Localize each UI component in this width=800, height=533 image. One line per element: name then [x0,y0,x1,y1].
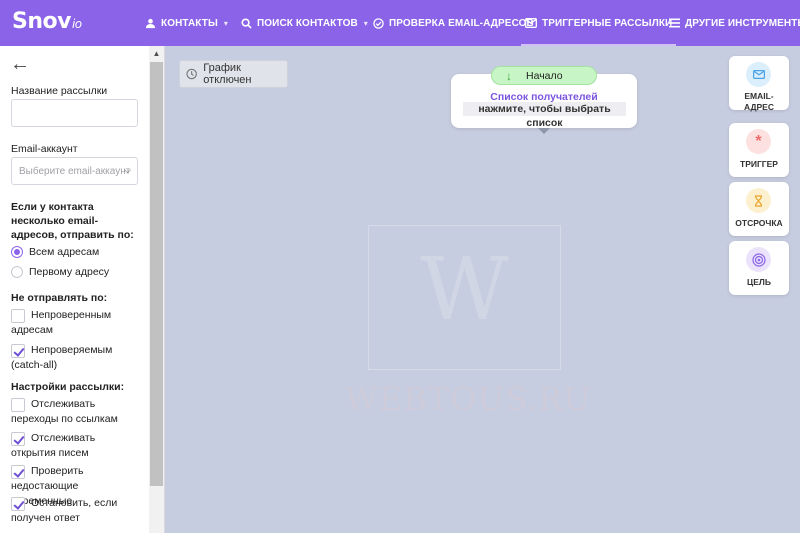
checkbox-stop-on-reply-label[interactable]: Остановить, если получен ответ [11,496,139,526]
scrollbar-thumb[interactable] [150,62,163,486]
chevron-down-icon: ⌵ [124,165,131,175]
nav-item-tools[interactable]: Другие инструменты▾ [669,0,800,46]
watermark-text: WEBTOUS.RU [345,380,592,418]
tool-goal[interactable]: ЦЕЛЬ [729,241,789,295]
checkbox-track-opens-label[interactable]: Отслеживать открытия писем [11,431,139,461]
mail-icon [525,18,537,28]
nav-item-label: Поиск контактов [257,17,358,29]
tool-email-address[interactable]: EMAIL-АДРЕС [729,56,789,112]
start-badge: ↓ Начало [491,66,597,85]
radio-all-addresses-label[interactable]: Всем адресам [29,245,99,260]
radio-first-address-label[interactable]: Первому адресу [29,265,109,280]
arrow-down-icon: ↓ [506,68,512,83]
tool-email-label: EMAIL-АДРЕС [744,91,774,112]
nav-item-contacts[interactable]: Контакты ▾ [145,0,228,46]
tool-trigger[interactable]: * ТРИГГЕР [729,123,789,177]
checkbox-track-clicks-label[interactable]: Отслеживать переходы по ссылкам [11,397,139,427]
clock-icon [186,68,197,80]
check-circle-icon [373,17,384,29]
tool-delay[interactable]: ОТСРОЧКА [729,182,789,236]
search-icon [241,17,252,29]
nav-item-verify[interactable]: Проверка email-адресов [373,0,534,46]
checkbox-catch-all-label[interactable]: Непроверяемым (catch-all) [11,343,139,373]
person-icon [145,18,156,28]
tool-goal-label: ЦЕЛЬ [747,277,771,287]
email-account-label: Email-аккаунт [11,143,78,155]
tool-delay-label: ОТСРОЧКА [735,218,783,228]
start-label: Начало [526,69,563,82]
radio-all-addresses[interactable] [11,246,23,258]
email-account-placeholder: Выберите email-аккаунт [19,166,131,177]
asterisk-icon: * [746,129,771,154]
radio-first-address[interactable] [11,266,23,278]
watermark-logo: W [420,240,509,340]
nav-item-label: Контакты [161,17,218,29]
menu-icon [669,18,680,28]
chevron-down-icon: ▾ [223,18,228,28]
target-icon [746,247,771,272]
envelope-icon [746,62,771,87]
nav-item-drip[interactable]: Триггерные рассылки [520,0,677,46]
multi-address-label: Если у контакта несколько email-адресов,… [11,201,134,241]
back-arrow-icon[interactable]: ← [10,54,30,74]
dont-send-label: Не отправлять по: [11,292,108,304]
scroll-up-icon[interactable]: ▲ [150,48,163,60]
nav-item-label: Проверка email-адресов [389,17,534,29]
settings-label: Настройки рассылки: [11,381,125,393]
settings-sidebar: ▲ ← Название рассылки Email-аккаунт Выбе… [0,46,165,533]
recipients-list-hint[interactable]: нажмите, чтобы выбрать список [463,102,626,129]
email-account-select[interactable]: Выберите email-аккаунт ⌵ [11,157,138,185]
campaign-name-input[interactable] [11,99,138,127]
tool-trigger-label: ТРИГГЕР [740,159,778,169]
nav-item-label: Триггерные рассылки [542,17,673,29]
hourglass-icon [746,188,771,213]
snovio-logo[interactable]: Snovio [12,9,82,34]
nav-item-label: Другие инструменты [685,17,800,29]
checkbox-unverified-label[interactable]: Непроверенным адресам [11,308,137,338]
nav-item-search[interactable]: Поиск контактов ▾ [241,0,368,46]
campaign-name-label: Название рассылки [11,85,108,97]
node-connector-icon[interactable] [538,128,550,134]
schedule-toggle-button[interactable]: График отключен [179,60,288,88]
schedule-label: График отключен [203,62,252,86]
chevron-down-icon: ▾ [363,18,368,28]
top-nav: Snovio Контакты ▾ Поиск контактов ▾ Провер… [0,0,800,46]
